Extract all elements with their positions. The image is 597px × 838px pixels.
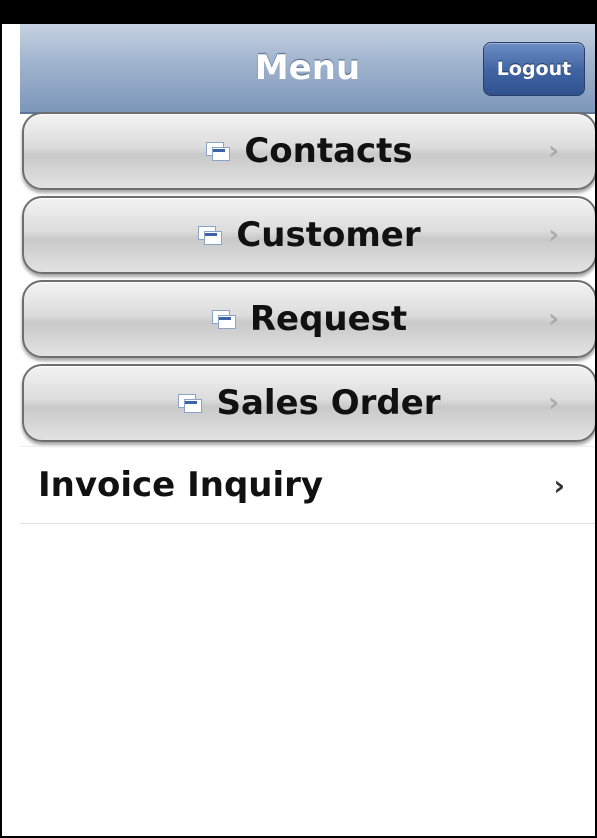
document-icon xyxy=(198,226,223,245)
menu-item-request[interactable]: Request › xyxy=(22,280,595,358)
document-icon xyxy=(178,394,203,413)
menu-item-label: Customer xyxy=(236,215,421,255)
menu-item-customer[interactable]: Customer › xyxy=(22,196,595,274)
status-bar xyxy=(2,2,595,24)
document-icon xyxy=(211,310,236,329)
chevron-right-icon: › xyxy=(548,136,559,166)
menu-item-sales-order[interactable]: Sales Order › xyxy=(22,364,595,442)
header-bar: Menu Logout xyxy=(20,24,595,114)
chevron-right-icon: › xyxy=(548,304,559,334)
logout-button[interactable]: Logout xyxy=(483,42,585,96)
chevron-right-icon: › xyxy=(548,220,559,250)
list-item-label: Invoice Inquiry xyxy=(38,465,324,505)
menu-item-contacts[interactable]: Contacts › xyxy=(22,112,595,190)
menu-item-label: Request xyxy=(249,299,408,339)
menu-item-label: Sales Order xyxy=(216,383,441,423)
chevron-right-icon: › xyxy=(548,388,559,418)
document-icon xyxy=(206,142,231,161)
app-frame: Menu Logout Contacts › Customer › Reques… xyxy=(0,0,597,838)
chevron-right-icon: › xyxy=(553,469,565,502)
list-item-invoice-inquiry[interactable]: Invoice Inquiry › xyxy=(20,446,595,524)
menu-item-label: Contacts xyxy=(244,131,413,171)
